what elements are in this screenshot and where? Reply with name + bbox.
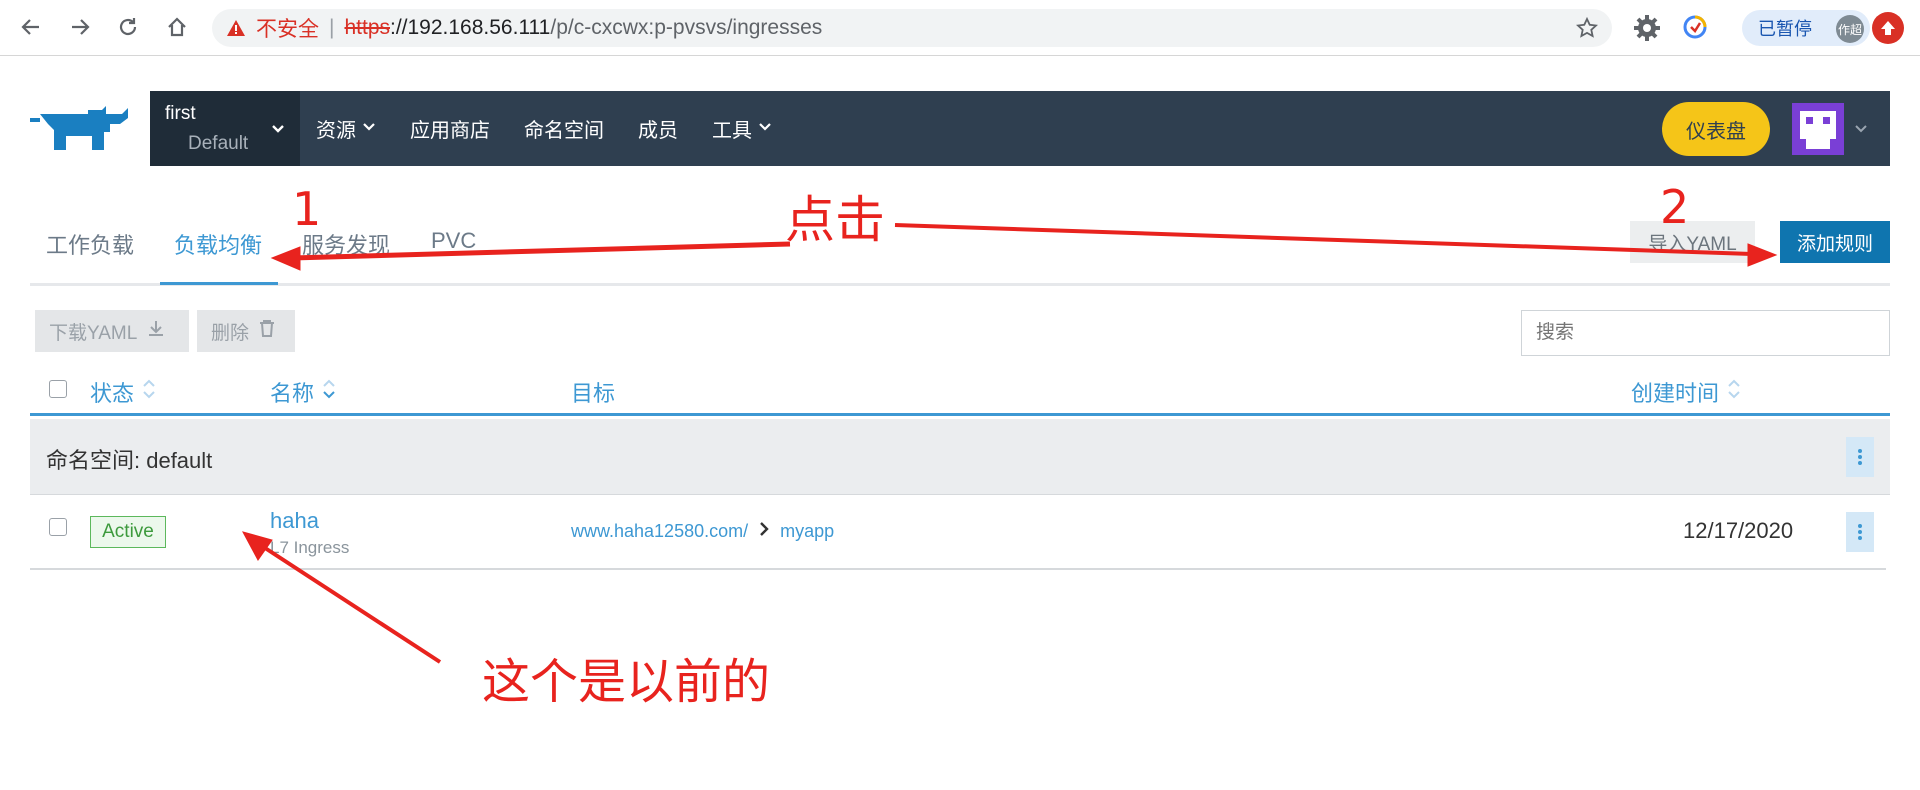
created-date: 12/17/2020 bbox=[1683, 518, 1794, 543]
chevron-right-icon bbox=[758, 521, 770, 542]
trash-icon bbox=[259, 319, 275, 343]
annotation-step2: 2 bbox=[1660, 180, 1690, 234]
nav-members-label: 成员 bbox=[638, 120, 678, 142]
download-yaml-label: 下载YAML bbox=[49, 322, 138, 344]
sort-icon bbox=[1727, 378, 1741, 406]
table-row: Active haha L7 Ingress www.haha12580.com… bbox=[30, 496, 1886, 570]
nav-namespaces[interactable]: 命名空间 bbox=[524, 114, 604, 143]
delete-label: 删除 bbox=[211, 322, 250, 344]
chevron-down-icon bbox=[270, 121, 286, 142]
target-host-link[interactable]: www.haha12580.com/ bbox=[571, 521, 748, 542]
column-status-label: 状态 bbox=[90, 381, 135, 406]
cluster-name: first bbox=[165, 103, 196, 124]
profile-paused-chip[interactable]: 已暂停 作超 bbox=[1742, 10, 1870, 46]
add-rule-button[interactable]: 添加规则 bbox=[1780, 221, 1890, 263]
column-target: 目标 bbox=[571, 376, 615, 408]
column-name[interactable]: 名称 bbox=[270, 376, 336, 408]
user-avatar[interactable] bbox=[1792, 103, 1844, 155]
delete-button[interactable]: 删除 bbox=[197, 310, 295, 352]
url-scheme: https bbox=[344, 16, 390, 39]
insecure-label: 不安全 bbox=[256, 18, 319, 41]
download-yaml-button[interactable]: 下载YAML bbox=[35, 310, 189, 352]
annotation-step1: 1 bbox=[292, 182, 322, 236]
ingress-name-link[interactable]: haha bbox=[270, 508, 319, 534]
url-separator: | bbox=[329, 16, 335, 39]
address-bar[interactable]: 不安全 | https ://192.168.56.111 /p/c-cxcwx… bbox=[212, 9, 1612, 47]
import-yaml-button[interactable]: 导入YAML bbox=[1630, 221, 1755, 263]
column-created[interactable]: 创建时间 bbox=[1631, 376, 1741, 408]
url-path: /p/c-cxcwx:p-pvsvs/ingresses bbox=[550, 16, 823, 39]
home-icon[interactable] bbox=[162, 12, 192, 42]
row-checkbox[interactable] bbox=[49, 518, 67, 536]
download-icon bbox=[147, 319, 165, 343]
tab-service-discovery[interactable]: 服务发现 bbox=[302, 228, 390, 282]
namespace-group-row: 命名空间: default bbox=[30, 419, 1890, 495]
chevron-down-icon bbox=[362, 117, 376, 140]
nav-menu: 资源 应用商店 命名空间 成员 工具 bbox=[316, 91, 806, 166]
tab-workloads[interactable]: 工作负载 bbox=[46, 228, 134, 282]
update-icon[interactable] bbox=[1872, 12, 1904, 44]
status-badge: Active bbox=[90, 516, 166, 548]
column-created-label: 创建时间 bbox=[1631, 381, 1720, 406]
table-header: 状态 名称 目标 创建时间 bbox=[30, 372, 1890, 416]
column-name-label: 名称 bbox=[270, 381, 315, 406]
profile-avatar: 作超 bbox=[1836, 15, 1864, 43]
tab-load-balancing[interactable]: 负载均衡 bbox=[160, 228, 279, 285]
sort-icon bbox=[142, 378, 156, 406]
cluster-project-switcher[interactable]: first Default bbox=[150, 91, 300, 166]
chevron-down-icon[interactable] bbox=[1853, 121, 1869, 142]
main-navbar: first Default 资源 应用商店 命名空间 成员 工具 仪表盘 bbox=[150, 91, 1890, 166]
nav-resources[interactable]: 资源 bbox=[316, 114, 376, 143]
sort-icon bbox=[322, 378, 336, 406]
nav-app-store-label: 应用商店 bbox=[410, 120, 490, 142]
reload-icon[interactable] bbox=[113, 12, 143, 42]
ingress-target: www.haha12580.com/ myapp bbox=[571, 521, 834, 542]
nav-app-store[interactable]: 应用商店 bbox=[410, 114, 490, 143]
rancher-logo[interactable] bbox=[30, 104, 132, 157]
nav-tools-label: 工具 bbox=[712, 120, 752, 142]
extension-gear-icon[interactable] bbox=[1633, 14, 1661, 47]
warning-icon bbox=[226, 17, 248, 39]
nav-resources-label: 资源 bbox=[316, 120, 356, 142]
target-service-link[interactable]: myapp bbox=[780, 521, 834, 542]
forward-icon[interactable] bbox=[65, 12, 95, 42]
select-all-checkbox[interactable] bbox=[49, 380, 67, 398]
group-actions-kebab-icon[interactable] bbox=[1846, 437, 1874, 477]
annotation-note: 这个是以前的 bbox=[482, 654, 771, 710]
nav-namespaces-label: 命名空间 bbox=[524, 120, 604, 142]
browser-toolbar: 不安全 | https ://192.168.56.111 /p/c-cxcwx… bbox=[0, 0, 1920, 56]
column-target-label: 目标 bbox=[571, 381, 616, 406]
paused-label: 已暂停 bbox=[1758, 19, 1812, 39]
url-host: ://192.168.56.111 bbox=[390, 16, 551, 39]
back-icon[interactable] bbox=[16, 12, 46, 42]
row-actions-kebab-icon[interactable] bbox=[1846, 512, 1874, 552]
namespace-group-label: 命名空间: default bbox=[46, 448, 213, 473]
chevron-down-icon bbox=[758, 117, 772, 140]
search-input[interactable] bbox=[1521, 310, 1890, 356]
ingress-type: L7 Ingress bbox=[270, 538, 350, 557]
tab-pvc[interactable]: PVC bbox=[431, 228, 476, 276]
nav-members[interactable]: 成员 bbox=[638, 114, 678, 143]
bookmark-star-icon[interactable] bbox=[1575, 16, 1599, 45]
column-status[interactable]: 状态 bbox=[90, 376, 156, 408]
dashboard-button[interactable]: 仪表盘 bbox=[1662, 102, 1770, 156]
extension-color-icon[interactable] bbox=[1682, 14, 1708, 45]
project-name: Default bbox=[188, 133, 249, 154]
nav-tools[interactable]: 工具 bbox=[712, 114, 772, 143]
annotation-click: 点击 bbox=[785, 191, 885, 249]
